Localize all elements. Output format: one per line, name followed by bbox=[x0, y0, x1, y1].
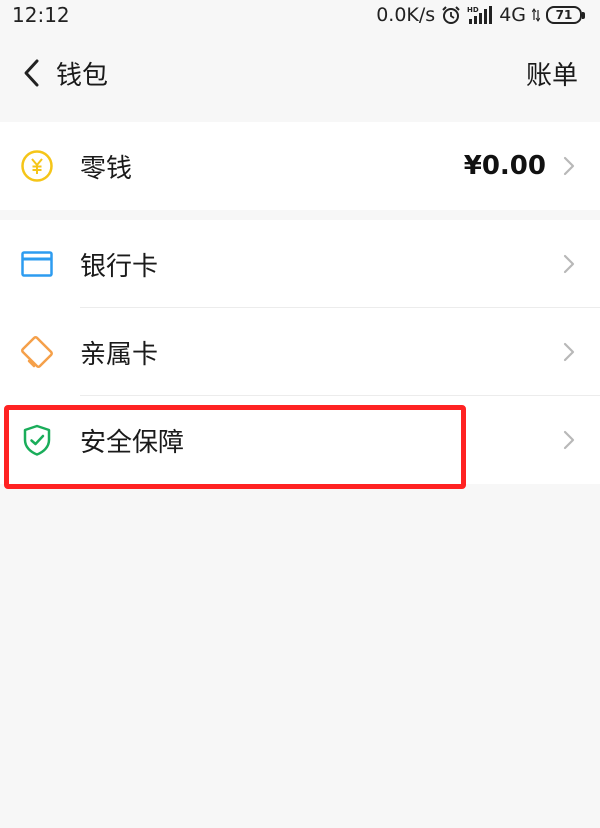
chevron-right-icon bbox=[562, 254, 576, 274]
page-title: 钱包 bbox=[56, 60, 109, 91]
chevron-right-icon bbox=[562, 430, 576, 450]
card-group: 银行卡 亲属卡 安全保障 bbox=[0, 220, 600, 484]
battery-indicator: 71 bbox=[546, 6, 585, 24]
list-item-family-card[interactable]: 亲属卡 bbox=[0, 308, 600, 396]
yuan-coin-icon bbox=[20, 149, 54, 183]
status-indicators: 0.0K/s HD 4G 71 bbox=[376, 4, 585, 26]
shield-check-icon bbox=[20, 423, 54, 457]
signal-icon: HD bbox=[467, 5, 493, 25]
nav-left: 钱包 bbox=[14, 53, 108, 93]
balance-group: 零钱 ¥0.00 bbox=[0, 122, 600, 210]
back-button[interactable] bbox=[14, 53, 50, 93]
signal-hd-label: HD bbox=[467, 6, 479, 14]
chevron-right-icon bbox=[562, 342, 576, 362]
status-bar: 12:12 0.0K/s HD 4G 71 bbox=[0, 0, 600, 30]
data-transfer-icon bbox=[532, 8, 540, 22]
bill-button[interactable]: 账单 bbox=[526, 55, 578, 92]
chevron-left-icon bbox=[24, 59, 39, 87]
balance-label: 零钱 bbox=[80, 153, 133, 184]
balance-value: ¥0.00 bbox=[463, 151, 546, 181]
network-type: 4G bbox=[499, 4, 526, 26]
list-item-bank-card[interactable]: 银行卡 bbox=[0, 220, 600, 308]
network-speed: 0.0K/s bbox=[376, 4, 436, 26]
alarm-icon bbox=[441, 5, 461, 25]
list-item-security[interactable]: 安全保障 bbox=[0, 396, 600, 484]
list-item-balance[interactable]: 零钱 ¥0.00 bbox=[0, 122, 600, 210]
bank-card-icon bbox=[20, 247, 54, 281]
family-card-label: 亲属卡 bbox=[80, 339, 159, 370]
bank-card-label: 银行卡 bbox=[80, 251, 159, 282]
family-card-icon bbox=[20, 335, 54, 369]
status-time: 12:12 bbox=[12, 3, 70, 27]
nav-bar: 钱包 账单 bbox=[0, 30, 600, 116]
security-label: 安全保障 bbox=[80, 427, 185, 458]
chevron-right-icon bbox=[562, 156, 576, 176]
